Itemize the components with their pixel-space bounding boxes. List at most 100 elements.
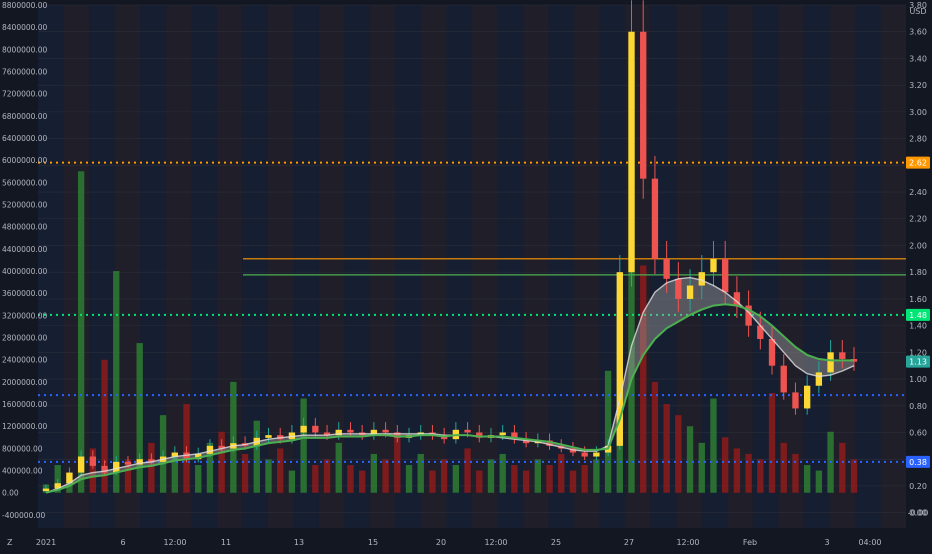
time-tick-label: 12:00: [676, 538, 699, 547]
volume-bar: [593, 459, 600, 493]
currency-label[interactable]: USD: [909, 7, 926, 16]
volume-tick-label: 800000.00: [2, 444, 43, 453]
volume-bar: [429, 470, 436, 493]
session-band: [497, 5, 524, 528]
volume-tick-label: 6400000.00: [2, 134, 48, 143]
price-tick-label: -0.00: [908, 509, 929, 518]
volume-tick-label: 5600000.00: [2, 178, 48, 187]
candle-body: [42, 488, 50, 491]
volume-tick-label: 1200000.00: [2, 422, 48, 431]
price-tick-label: 2.20: [909, 215, 927, 224]
volume-bar: [476, 470, 483, 493]
volume-bar: [581, 465, 588, 493]
candle-body: [768, 338, 776, 366]
candle-body: [206, 445, 214, 454]
candle-body: [382, 429, 389, 433]
volume-bar: [464, 448, 471, 493]
volume-tick-label: 2800000.00: [2, 334, 48, 343]
volume-bar: [663, 404, 670, 493]
volume-bar: [195, 465, 202, 493]
price-tick-label: 3.60: [909, 28, 927, 37]
volume-tick-label: 8400000.00: [2, 23, 48, 32]
candle-body: [89, 456, 97, 466]
volume-bar: [265, 459, 272, 493]
price-badge-label: 2.62: [909, 159, 927, 168]
volume-bar: [686, 426, 694, 493]
volume-tick-label: 7600000.00: [2, 68, 48, 77]
session-band: [369, 5, 396, 528]
session-band: [344, 5, 370, 528]
volume-tick-label: 0.00: [2, 489, 19, 498]
volume-bar: [745, 453, 752, 493]
volume-tick-label: -400000.00: [2, 511, 45, 520]
time-tick-label: 27: [624, 538, 634, 547]
price-tick-label: 1.80: [909, 268, 927, 277]
volume-bar: [452, 465, 460, 493]
time-tick-label: 12:00: [163, 538, 186, 547]
time-tick-label: 20: [436, 538, 446, 547]
volume-tick-label: 6000000.00: [2, 156, 48, 165]
time-tick-label: 25: [551, 538, 561, 547]
candle-body: [77, 456, 85, 473]
volume-tick-label: 3600000.00: [2, 289, 48, 298]
candle-body: [628, 31, 635, 273]
candle-body: [722, 258, 729, 293]
volume-bar: [757, 459, 764, 493]
volume-bar: [312, 465, 319, 493]
volume-bar: [710, 398, 717, 493]
candle-body: [312, 425, 319, 433]
time-tick-label: 12:00: [484, 538, 507, 547]
time-tick-label: 6: [120, 538, 125, 547]
volume-bar: [358, 470, 366, 493]
time-tick-label: Feb: [743, 538, 757, 547]
volume-tick-label: 2000000.00: [2, 378, 48, 387]
price-tick-label: 0.80: [909, 402, 927, 411]
volume-tick-label: 3200000.00: [2, 311, 48, 320]
candle-body: [499, 432, 506, 436]
time-tick-label: 15: [368, 538, 378, 547]
time-tick-label: 2021: [36, 538, 56, 547]
volume-tick-label: 4800000.00: [2, 223, 48, 232]
candle-body: [780, 365, 787, 393]
volume-bar: [394, 437, 401, 493]
candle-body: [792, 392, 799, 409]
price-tick-label: 1.60: [909, 295, 927, 304]
session-band: [420, 5, 447, 528]
candlestick-chart[interactable]: 8800000.00 8400000.00 8000000.00 7600000.00…: [0, 0, 932, 550]
candle-body: [675, 278, 682, 299]
volume-bar: [440, 459, 448, 493]
candle-body: [686, 285, 694, 299]
volume-tick-label: 1600000.00: [2, 400, 48, 409]
price-tick-label: 3.40: [909, 54, 927, 63]
volume-tick-label: 4000000.00: [2, 267, 48, 276]
session-band: [63, 5, 90, 528]
price-tick-label: 3.00: [909, 108, 927, 117]
candle-body: [113, 461, 120, 473]
candle-body: [839, 352, 846, 360]
volume-bar: [604, 370, 612, 493]
candle-body: [827, 352, 834, 373]
time-axis[interactable]: 2021 6 12:00 11 13 15 20 12:00 25 27 12:00 Feb 3 04:0…: [0, 528, 932, 550]
session-band: [472, 5, 498, 528]
volume-bar: [722, 437, 729, 493]
volume-bar: [417, 453, 424, 493]
volume-bar: [487, 459, 495, 493]
candle-body: [464, 429, 471, 433]
volume-bar: [780, 442, 787, 493]
candle-body: [698, 272, 705, 286]
price-tick-label: 2.00: [909, 241, 927, 250]
timezone-icon[interactable]: Z: [7, 538, 13, 547]
volume-bar: [148, 442, 155, 493]
volume-bar: [803, 465, 811, 493]
volume-bar: [768, 392, 776, 493]
volume-bar: [511, 465, 518, 493]
candle-body: [651, 178, 659, 259]
candle-body: [640, 31, 647, 179]
volume-bar: [733, 448, 741, 493]
time-tick-label: 3: [824, 538, 829, 547]
volume-bar: [370, 453, 378, 493]
price-tick-label: 1.00: [909, 375, 927, 384]
time-tick-label: 04:00: [858, 538, 881, 547]
chart-container[interactable]: 8800000.00 8400000.00 8000000.00 7600000.00…: [0, 0, 932, 550]
volume-bar: [382, 459, 389, 493]
